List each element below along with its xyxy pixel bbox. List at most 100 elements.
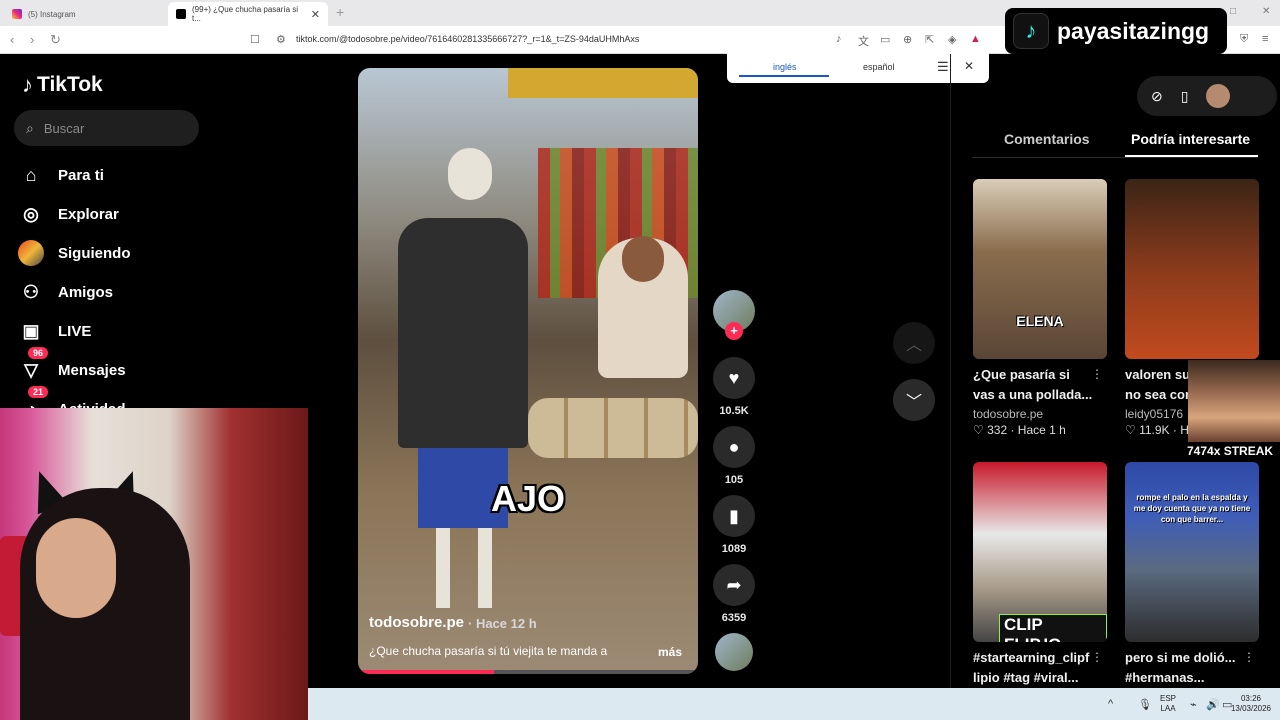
search-input[interactable]: ⌕ Buscar bbox=[14, 110, 199, 146]
sidebar-item-para-ti[interactable]: ⌂ Para ti bbox=[18, 162, 104, 188]
next-video-button[interactable]: ﹀ bbox=[893, 379, 935, 421]
share-count: 6359 bbox=[721, 612, 747, 624]
like-button[interactable]: ♥ 10.5K bbox=[712, 357, 756, 417]
avatar[interactable]: + bbox=[713, 290, 755, 340]
card-thumbnail[interactable]: ELENA bbox=[973, 179, 1107, 359]
device-icon[interactable]: ▯ bbox=[1181, 88, 1189, 105]
vendor-head bbox=[622, 236, 664, 282]
cast-icon[interactable]: ▭ bbox=[880, 33, 890, 46]
previous-video-button[interactable]: ︿ bbox=[893, 322, 935, 364]
comment-icon[interactable]: ● bbox=[713, 426, 755, 468]
sidebar-item-live[interactable]: ▣ LIVE bbox=[18, 318, 91, 344]
card-thumbnail[interactable] bbox=[1125, 179, 1259, 359]
clock[interactable]: 03:26 13/03/2026 bbox=[1226, 694, 1276, 714]
thumb-text: ELENA bbox=[1016, 313, 1064, 329]
recommended-card[interactable]: CLIP FLIP.IO ⋮ #startearning_clipflipio … bbox=[973, 462, 1107, 688]
webcam-overlay bbox=[0, 408, 308, 720]
new-tab-icon[interactable]: + bbox=[336, 4, 344, 20]
brave-shield-icon[interactable]: ◈ bbox=[948, 33, 956, 46]
sidebar-item-siguiendo[interactable]: Siguiendo bbox=[18, 240, 131, 266]
sidebar-item-amigos[interactable]: ⚇ Amigos bbox=[18, 279, 113, 305]
skeleton-head bbox=[448, 148, 492, 200]
chevron-up-icon[interactable]: ^ bbox=[1108, 698, 1113, 710]
menu-icon[interactable]: ≡ bbox=[1262, 33, 1268, 45]
heart-icon[interactable]: ♥ bbox=[713, 357, 755, 399]
tab-podria-interesarte[interactable]: Podría interesarte bbox=[1131, 131, 1250, 147]
bookmark-icon[interactable]: ☐ bbox=[250, 33, 260, 46]
creator-avatar-button[interactable]: + bbox=[712, 290, 756, 340]
save-button[interactable]: ▮ 1089 bbox=[712, 495, 756, 555]
reload-icon[interactable]: ↻ bbox=[50, 32, 61, 48]
logo-text: TikTok bbox=[37, 73, 103, 96]
url-field[interactable]: tiktok.com/@todosobre.pe/video/761646028… bbox=[296, 34, 639, 44]
translate-menu-icon[interactable]: ☰ bbox=[937, 59, 949, 75]
comment-count: 105 bbox=[724, 474, 744, 486]
tab-comentarios[interactable]: Comentarios bbox=[1004, 131, 1090, 147]
mute-icon[interactable]: ♪ bbox=[836, 33, 842, 45]
like-count: 10.5K bbox=[719, 405, 749, 417]
forward-icon[interactable]: › bbox=[30, 32, 34, 47]
comment-button[interactable]: ● 105 bbox=[712, 426, 756, 486]
tiktok-icon bbox=[176, 9, 186, 19]
translate-icon[interactable]: 文 bbox=[858, 33, 869, 49]
video-progress-bar[interactable] bbox=[358, 670, 698, 674]
share-button[interactable]: ➦ 6359 bbox=[712, 564, 756, 624]
tiktok-note-icon: ♪ bbox=[22, 72, 33, 97]
card-author[interactable]: todosobre.pe bbox=[973, 407, 1107, 421]
bookmark-icon[interactable]: ▮ bbox=[713, 495, 755, 537]
translate-from-tab[interactable]: inglés bbox=[773, 62, 797, 72]
market-awning bbox=[508, 68, 698, 98]
recommended-card[interactable]: ELENA ⋮ ¿Que pasaría si vas a una pollada… bbox=[973, 179, 1107, 437]
card-thumbnail[interactable]: rompe el palo en la espalda y me doy cue… bbox=[1125, 462, 1259, 642]
site-info-icon[interactable]: ⚙ bbox=[276, 33, 286, 46]
video-player[interactable]: AJO todosobre.pe · Hace 12 h ¿Que chucha… bbox=[358, 68, 698, 674]
recommended-card[interactable]: rompe el palo en la espalda y me doy cue… bbox=[1125, 462, 1259, 688]
rewards-icon[interactable]: ▲ bbox=[970, 33, 981, 45]
sidebar-item-label: LIVE bbox=[58, 322, 92, 340]
follow-plus-icon[interactable]: + bbox=[725, 322, 743, 340]
microphone-icon[interactable]: 🎙 bbox=[1138, 698, 1152, 711]
close-tab-icon[interactable]: ✕ bbox=[311, 8, 320, 21]
sidebar-item-explorar[interactable]: ◎ Explorar bbox=[18, 201, 119, 227]
card-title: ¿Que pasaría si vas a una pollada... bbox=[973, 367, 1093, 402]
activity-badge: 21 bbox=[28, 386, 49, 398]
skeleton-leg bbox=[478, 528, 492, 608]
vpn-icon[interactable]: ⛨ bbox=[1240, 33, 1248, 46]
thumb-text: CLIP FLIP.IO bbox=[999, 614, 1107, 642]
share-icon[interactable]: ⇱ bbox=[925, 33, 934, 46]
more-options-icon[interactable]: ⋮ bbox=[1091, 367, 1103, 381]
video-author[interactable]: todosobre.pe bbox=[369, 614, 464, 631]
profile-avatar[interactable] bbox=[1206, 84, 1231, 108]
translate-to-tab[interactable]: español bbox=[863, 62, 895, 72]
sidebar-item-label: Para ti bbox=[58, 166, 104, 184]
chevron-down-icon: ﹀ bbox=[905, 394, 922, 411]
tab-tiktok[interactable]: (99+) ¿Que chucha pasaría si t... ✕ bbox=[168, 2, 328, 26]
volume-icon[interactable]: 🔊 bbox=[1206, 698, 1220, 711]
instagram-icon bbox=[12, 9, 22, 19]
card-thumbnail[interactable]: CLIP FLIP.IO bbox=[973, 462, 1107, 642]
network-icon[interactable]: ⌁ bbox=[1190, 698, 1197, 711]
tiktok-logo-icon: ♪ bbox=[1013, 13, 1049, 49]
sidebar-item-mensajes[interactable]: ▽ 96 Mensajes bbox=[18, 347, 126, 383]
more-options-icon[interactable]: ⋮ bbox=[1091, 650, 1103, 664]
coins-icon[interactable]: ⊘ bbox=[1151, 88, 1163, 105]
skeleton-leg bbox=[436, 528, 450, 608]
more-options-icon[interactable]: ⋮ bbox=[1243, 650, 1255, 664]
language-indicator[interactable]: ESP LAA bbox=[1160, 694, 1176, 714]
tab-instagram[interactable]: (5) Instagram bbox=[4, 2, 164, 26]
tiktok-logo[interactable]: ♪ TikTok bbox=[22, 72, 103, 98]
card-title: #startearning_clipf lipio #tag #viral... bbox=[973, 650, 1090, 685]
zoom-icon[interactable]: ⊕ bbox=[903, 33, 912, 46]
sound-disc[interactable] bbox=[712, 633, 756, 671]
back-icon[interactable]: ‹ bbox=[10, 32, 14, 47]
card-stats: ♡ 332 · Hace 1 h bbox=[973, 423, 1066, 437]
home-icon: ⌂ bbox=[25, 164, 37, 185]
maximize-icon[interactable]: □ bbox=[1230, 6, 1236, 17]
sound-disc-icon[interactable] bbox=[715, 633, 753, 671]
video-overlay-text: AJO bbox=[490, 478, 566, 519]
share-arrow-icon[interactable]: ➦ bbox=[713, 564, 755, 606]
close-window-icon[interactable]: ✕ bbox=[1262, 6, 1270, 17]
more-button[interactable]: más bbox=[658, 645, 682, 659]
streamer-face bbox=[36, 518, 116, 618]
search-placeholder: Buscar bbox=[43, 120, 85, 136]
